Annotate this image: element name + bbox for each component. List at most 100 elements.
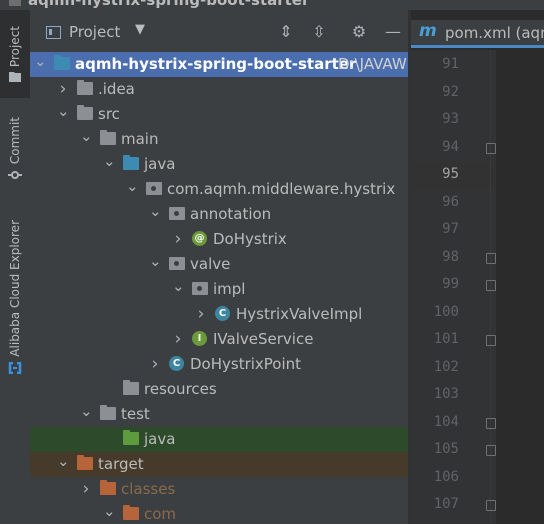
line-number[interactable]: 91: [411, 56, 459, 72]
tree-item-label: DoHystrix: [213, 230, 287, 248]
folder-icon: [100, 405, 116, 420]
folder-icon: [100, 130, 116, 145]
fold-marker-icon[interactable]: [486, 335, 496, 346]
side-tab-commit-label: Commit: [8, 117, 22, 165]
resources-folder-icon: [123, 380, 139, 395]
chevron-down-icon[interactable]: ⌄: [149, 202, 162, 227]
chevron-down-icon[interactable]: ⌄: [103, 502, 116, 524]
project-panel-header: Project ▼ ⇕ ⇳ ⚙ —: [30, 20, 408, 48]
tree-row[interactable]: ⌄ target: [30, 452, 408, 477]
expand-all-icon[interactable]: ⇕: [276, 22, 296, 41]
editor-tab-pom[interactable]: m pom.xml (aqm: [411, 20, 544, 48]
line-number[interactable]: 96: [411, 194, 459, 210]
module-folder-icon: [54, 55, 70, 70]
line-number[interactable]: 103: [411, 386, 459, 402]
fold-marker-icon[interactable]: [486, 417, 496, 429]
code-area[interactable]: [496, 50, 544, 524]
chevron-down-icon[interactable]: ⌄: [57, 452, 70, 477]
chevron-right-icon[interactable]: ›: [195, 302, 207, 327]
tree-item-label: com: [144, 505, 177, 523]
chevron-down-icon[interactable]: ⌄: [80, 127, 93, 152]
editor-tab-label: pom.xml (aqm: [445, 24, 544, 42]
chevron-down-icon[interactable]: ⌄: [80, 402, 93, 427]
tree-row[interactable]: ⌄ annotation: [30, 202, 408, 227]
chevron-down-icon[interactable]: ⌄: [149, 252, 162, 277]
fold-marker-icon[interactable]: [486, 280, 496, 291]
tree-row[interactable]: ⌄ test: [30, 402, 408, 427]
fold-marker-icon[interactable]: [486, 445, 496, 456]
chevron-right-icon[interactable]: ›: [149, 352, 161, 377]
line-number[interactable]: 104: [411, 414, 459, 430]
tree-row[interactable]: ⌄ aqmh-hystrix-spring-boot-starter D:\JAVA…: [30, 52, 408, 77]
line-number[interactable]: 92: [411, 84, 459, 100]
line-number[interactable]: 97: [411, 221, 459, 237]
line-number-gutter[interactable]: 91 92 93 94 95 96 97 98 99 100 101 102 103 104 105 106 1…: [411, 50, 544, 524]
left-tool-strip: Project Commit Alibaba Cloud Explorer: [0, 10, 31, 524]
window-title: aqmh-hystrix-spring-boot-starter: [28, 0, 310, 9]
tree-row[interactable]: ⌄ java: [30, 152, 408, 177]
line-number[interactable]: 95: [411, 166, 459, 182]
chevron-right-icon[interactable]: ›: [57, 77, 69, 102]
chevron-down-icon[interactable]: ⌄: [57, 102, 70, 127]
collapse-all-icon[interactable]: ⇳: [309, 22, 329, 41]
tree-row[interactable]: ⌄ src: [30, 102, 408, 127]
tree-row[interactable]: › C HystrixValveImpl: [30, 302, 408, 327]
line-number[interactable]: 106: [411, 469, 459, 485]
chevron-right-icon[interactable]: ›: [172, 327, 184, 352]
tree-item-label: classes: [121, 480, 176, 498]
line-number[interactable]: 98: [411, 249, 459, 265]
folder-icon: [77, 80, 93, 95]
side-tab-alibaba-cloud-explorer[interactable]: Alibaba Cloud Explorer: [0, 212, 30, 382]
tree-item-label: java: [144, 155, 176, 173]
tree-row[interactable]: ⌄ main: [30, 127, 408, 152]
tree-item-label: DoHystrixPoint: [190, 355, 302, 373]
tree-row[interactable]: ⌄ com.aqmh.middleware.hystrix: [30, 177, 408, 202]
tree-row[interactable]: ⌄ impl: [30, 277, 408, 302]
tree-row[interactable]: ⌄ valve: [30, 252, 408, 277]
chevron-right-icon[interactable]: ›: [80, 477, 92, 502]
tree-row[interactable]: › C DoHystrixPoint: [30, 352, 408, 377]
tree-item-label: impl: [213, 280, 246, 298]
side-tab-alibaba-label: Alibaba Cloud Explorer: [8, 219, 22, 357]
chevron-right-icon[interactable]: ›: [172, 227, 184, 252]
tree-row[interactable]: resources: [30, 377, 408, 402]
chevron-down-icon[interactable]: ⌄: [103, 152, 116, 177]
gear-icon[interactable]: ⚙: [349, 22, 369, 41]
project-panel: Project ▼ ⇕ ⇳ ⚙ — ⌄ aqmh-hystrix-spring-b…: [30, 10, 408, 524]
tree-item-label: test: [121, 405, 150, 423]
side-tab-project-label: Project: [8, 25, 22, 68]
tree-row[interactable]: › classes: [30, 477, 408, 502]
fold-marker-icon[interactable]: [486, 500, 496, 511]
line-number[interactable]: 100: [411, 304, 459, 320]
line-number[interactable]: 99: [411, 276, 459, 292]
line-number[interactable]: 102: [411, 359, 459, 375]
project-view-icon: [46, 26, 61, 39]
fold-marker-icon[interactable]: [486, 252, 496, 264]
side-tab-commit[interactable]: Commit: [0, 110, 30, 188]
side-tab-project[interactable]: Project: [0, 10, 30, 98]
package-icon: [146, 182, 162, 195]
view-mode-dropdown-icon[interactable]: ▼: [135, 22, 145, 37]
tree-row[interactable]: ⌄ com: [30, 502, 408, 524]
minimize-icon[interactable]: —: [383, 22, 403, 41]
tree-row[interactable]: › @ DoHystrix: [30, 227, 408, 252]
line-number[interactable]: 94: [411, 139, 459, 155]
tree-row[interactable]: › I IValveService: [30, 327, 408, 352]
tree-row[interactable]: › .idea: [30, 77, 408, 102]
chevron-down-icon[interactable]: ⌄: [126, 177, 139, 202]
line-number[interactable]: 101: [411, 331, 459, 347]
tree-row[interactable]: java: [30, 427, 408, 452]
test-folder-icon: [123, 430, 139, 445]
project-panel-title[interactable]: Project: [69, 23, 120, 41]
chevron-down-icon[interactable]: ⌄: [34, 52, 47, 77]
line-number[interactable]: 105: [411, 441, 459, 457]
source-folder-icon: [123, 155, 139, 170]
line-number[interactable]: 93: [411, 111, 459, 127]
tree-item-label: valve: [190, 255, 231, 273]
fold-marker-icon[interactable]: [486, 142, 496, 154]
chevron-down-icon[interactable]: ⌄: [172, 277, 185, 302]
line-number[interactable]: 107: [411, 496, 459, 512]
folder-icon: [77, 105, 93, 120]
class-icon: C: [169, 356, 184, 371]
excluded-folder-icon: [123, 505, 139, 520]
